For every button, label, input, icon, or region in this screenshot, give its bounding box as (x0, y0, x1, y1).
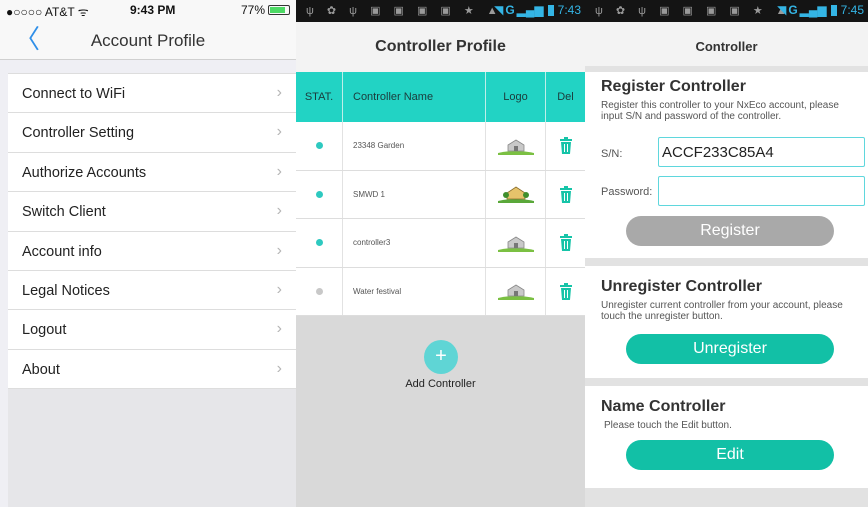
register-heading: Register Controller (601, 78, 746, 95)
account-menu: Connect to WiFi › Controller Setting › A… (8, 73, 296, 390)
network-type: G (505, 3, 515, 17)
android-status-bar: ψ ✿ ψ ▣ ▣ ▣ ▣ ★ ▲ ◥ G ▂▄▆ 7:43 (296, 0, 585, 22)
wifi-icon: ◥ (494, 3, 504, 17)
sn-field[interactable]: ACCF233C85A4 (658, 137, 865, 167)
register-section: Register Controller Register this contro… (585, 72, 868, 258)
menu-item-label: Controller Setting (22, 125, 135, 142)
status-right: ◥ G ▂▄▆ 7:45 (777, 3, 864, 17)
name-description: Please touch the Edit button. (604, 420, 732, 431)
status-time: 7:45 (840, 3, 864, 17)
notification-icons: ψ ✿ ψ ▣ ▣ ▣ ▣ ★ ▲ (306, 5, 503, 17)
menu-item-connect-wifi[interactable]: Connect to WiFi › (8, 74, 296, 114)
status-time: 7:43 (557, 3, 581, 17)
controller-name: 23348 Garden (343, 122, 486, 170)
menu-item-legal-notices[interactable]: Legal Notices › (8, 271, 296, 311)
house-logo-icon (486, 267, 546, 315)
menu-item-account-info[interactable]: Account info › (8, 232, 296, 271)
signal-icon: ▂▄▆ (516, 3, 544, 17)
ios-status-bar: ●○○○○ AT&T ᯤ 9:43 PM 77% (0, 0, 296, 20)
register-button[interactable]: Register (626, 216, 834, 246)
trash-icon[interactable] (546, 122, 585, 170)
controller-name: SMWD 1 (343, 170, 486, 218)
menu-item-label: Authorize Accounts (22, 164, 147, 181)
signal-icon: ▂▄▆ (799, 3, 827, 17)
status-time: 9:43 PM (130, 3, 176, 17)
password-field[interactable] (658, 176, 865, 206)
battery-indicator: 77% (241, 3, 290, 17)
chevron-right-icon: › (276, 359, 282, 377)
battery-percent: 77% (240, 3, 265, 17)
controller-screen: ψ ✿ ψ ▣ ▣ ▣ ▣ ★ ▲ ◥ G ▂▄▆ 7:45 Controlle… (585, 0, 868, 507)
unregister-description: Unregister current controller from your … (601, 300, 843, 322)
table-row[interactable]: SMWD 1 (296, 170, 585, 219)
menu-item-about[interactable]: About › (8, 350, 296, 390)
menu-item-label: About (22, 361, 60, 378)
status-dot (315, 287, 323, 295)
page-title: Account Profile (90, 31, 206, 50)
account-profile-screen: ●○○○○ AT&T ᯤ 9:43 PM 77% 〈 Account Profi… (0, 0, 296, 507)
trash-icon[interactable] (546, 268, 585, 316)
menu-item-controller-setting[interactable]: Controller Setting › (8, 113, 296, 153)
page-title: Controller Profile (296, 22, 585, 72)
col-header-name: Controller Name (343, 72, 486, 122)
col-header-status: STAT. (296, 72, 343, 122)
name-controller-section: Name Controller Please touch the Edit bu… (585, 386, 868, 488)
controller-profile-screen: ψ ✿ ψ ▣ ▣ ▣ ▣ ★ ▲ ◥ G ▂▄▆ 7:43 Controlle… (296, 0, 585, 507)
menu-item-authorize-accounts[interactable]: Authorize Accounts › (8, 153, 296, 193)
house-logo-icon (486, 170, 546, 218)
controller-name: controller3 (343, 219, 486, 267)
chevron-right-icon: › (276, 162, 282, 180)
table-row[interactable]: Water festival (296, 267, 585, 316)
nav-bar: 〈 Account Profile (0, 20, 296, 60)
chevron-right-icon: › (276, 202, 282, 220)
trash-icon[interactable] (546, 171, 585, 219)
menu-item-label: Account info (22, 243, 102, 260)
menu-item-switch-client[interactable]: Switch Client › (8, 192, 296, 232)
battery-icon (268, 5, 290, 15)
menu-item-label: Switch Client (22, 204, 106, 221)
notification-icons: ψ ✿ ψ ▣ ▣ ▣ ▣ ★ ▲ (595, 5, 792, 17)
unregister-section: Unregister Controller Unregister current… (585, 266, 868, 378)
carrier-label: ●○○○○ AT&T ᯤ (6, 5, 89, 19)
register-description: Register this controller to your NxEco a… (601, 100, 839, 122)
add-controller-button[interactable]: + (424, 340, 458, 374)
empty-area (8, 389, 296, 507)
password-label: Password: (601, 186, 653, 198)
battery-icon (547, 4, 554, 16)
chevron-right-icon: › (276, 280, 282, 298)
chevron-right-icon: › (276, 123, 282, 141)
unregister-button[interactable]: Unregister (626, 334, 834, 364)
status-dot (315, 142, 323, 150)
chevron-right-icon: › (276, 241, 282, 259)
col-header-delete: Del (557, 91, 574, 103)
table-row[interactable]: controller3 (296, 219, 585, 268)
trash-icon[interactable] (546, 219, 585, 267)
battery-icon (830, 4, 837, 16)
house-logo-icon (486, 219, 546, 267)
page-title: Controller (585, 22, 868, 66)
table-row[interactable]: 23348 Garden (296, 122, 585, 171)
unregister-heading: Unregister Controller (601, 278, 762, 295)
table-header: STAT. Controller Name Logo Del (296, 72, 585, 122)
android-status-bar: ψ ✿ ψ ▣ ▣ ▣ ▣ ★ ▲ ◥ G ▂▄▆ 7:45 (585, 0, 868, 22)
chevron-right-icon: › (276, 84, 282, 101)
status-right: ◥ G ▂▄▆ 7:43 (494, 3, 581, 17)
house-logo-icon (486, 122, 546, 170)
sn-label: S/N: (601, 148, 623, 160)
menu-item-logout[interactable]: Logout › (8, 310, 296, 350)
col-header-logo: Logo (486, 72, 546, 122)
controller-name: Water festival (343, 267, 486, 315)
status-dot (315, 190, 323, 198)
edit-button[interactable]: Edit (626, 440, 834, 470)
menu-item-label: Logout (22, 322, 67, 339)
wifi-icon: ◥ (777, 3, 787, 17)
add-controller-label[interactable]: Add Controller (296, 378, 585, 390)
name-heading: Name Controller (601, 398, 726, 415)
status-dot (315, 239, 323, 247)
menu-item-label: Connect to WiFi (22, 86, 126, 102)
chevron-right-icon: › (276, 320, 282, 338)
controller-table: STAT. Controller Name Logo Del 23348 Gar… (296, 72, 585, 316)
menu-item-label: Legal Notices (22, 282, 110, 299)
network-type: G (788, 3, 798, 17)
